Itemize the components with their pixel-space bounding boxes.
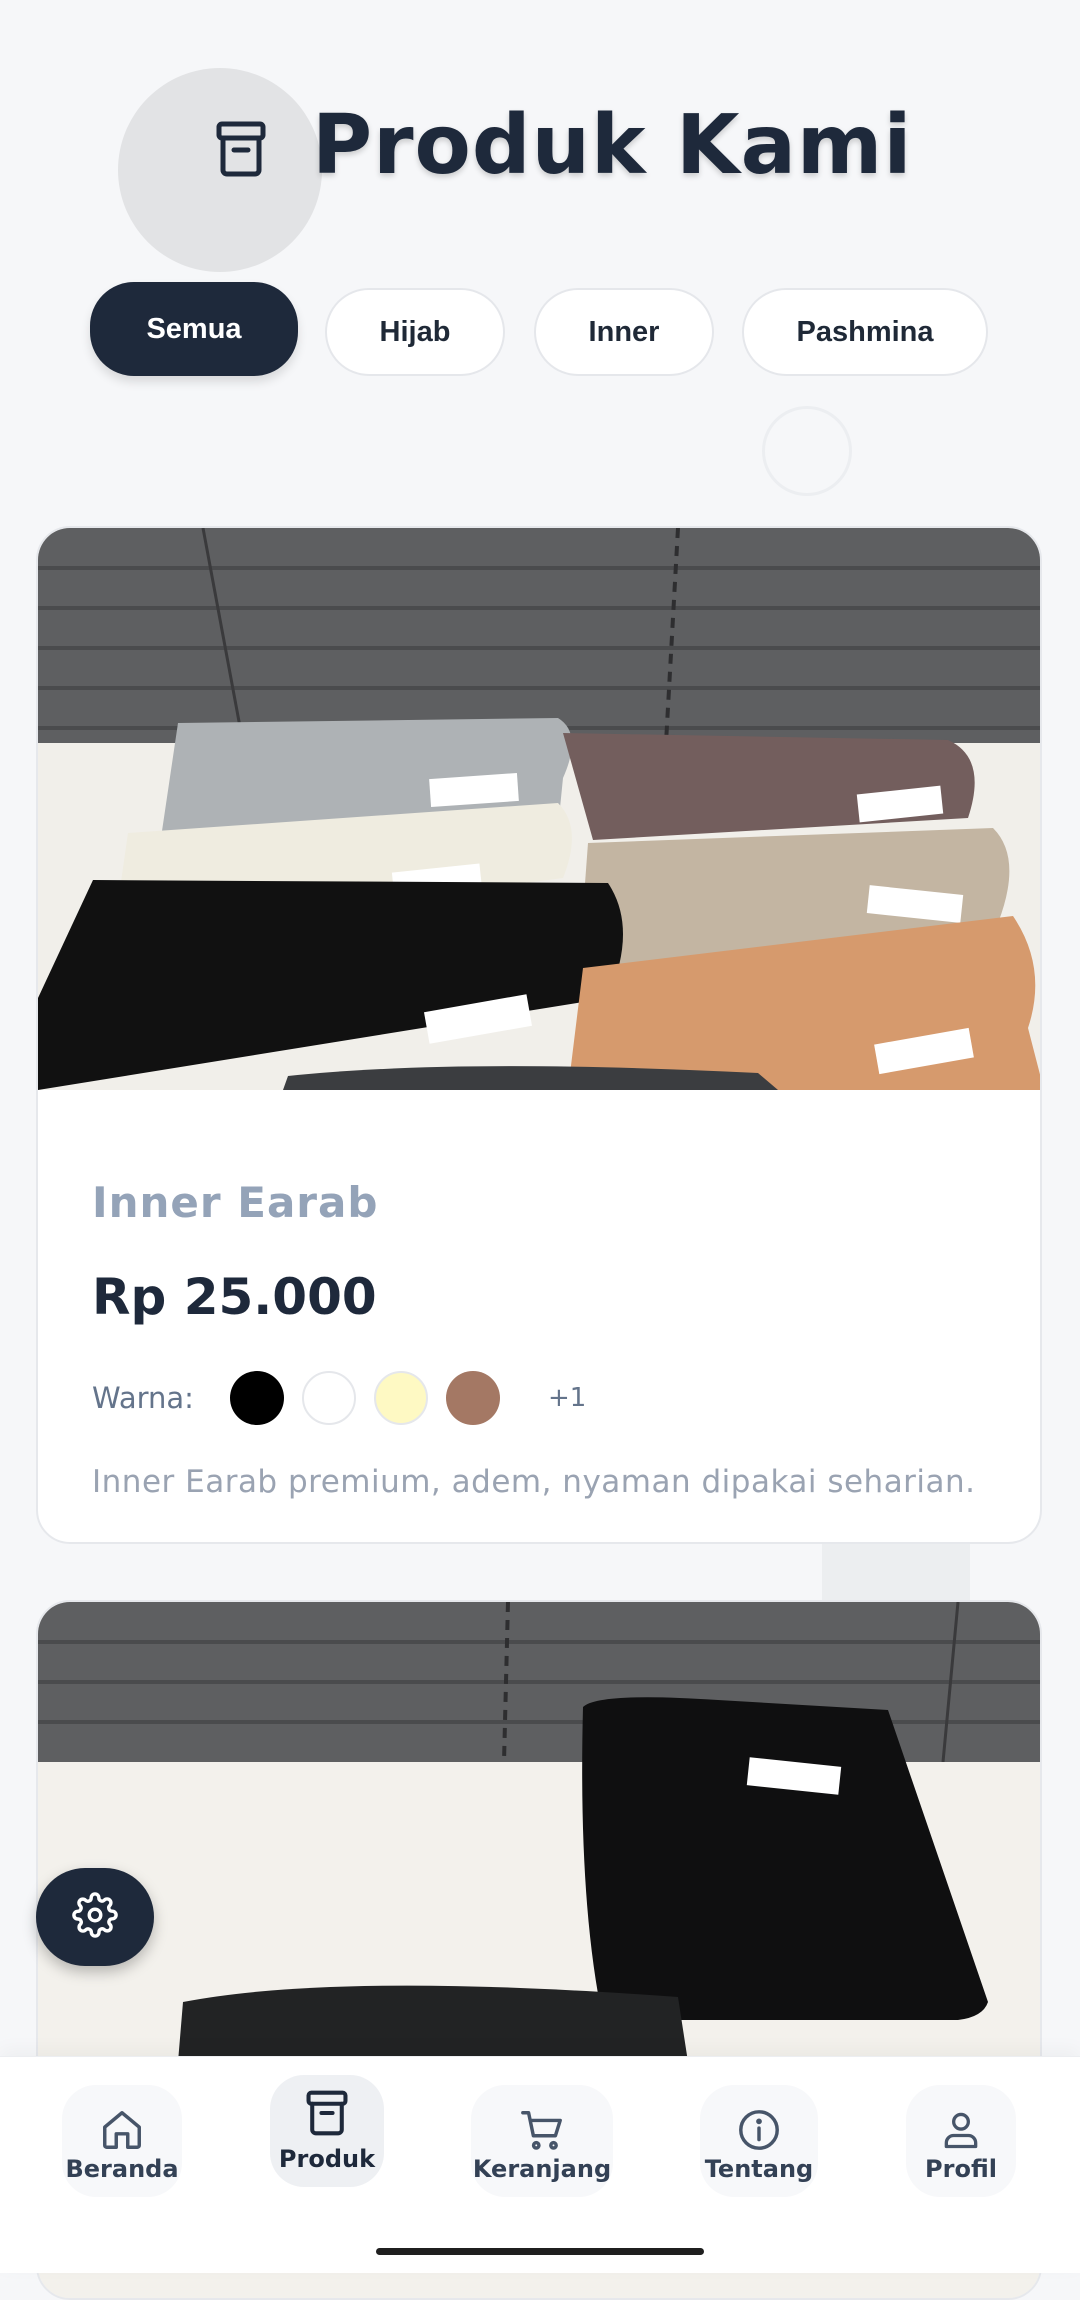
product-name[interactable]: Inner Earab: [92, 1178, 378, 1227]
product-image: [38, 528, 1040, 1090]
filter-chip-hijab[interactable]: Hijab: [325, 288, 505, 376]
color-swatch-brown[interactable]: [445, 1371, 500, 1425]
nav-item-keranjang[interactable]: Keranjang: [471, 2085, 613, 2197]
cart-icon: [518, 2107, 566, 2157]
product-price: Rp 25.000: [92, 1268, 377, 1326]
settings-gear-icon: [72, 1892, 118, 1942]
bottom-navigation: Beranda Produk Keranjang Tentang Profil: [0, 2056, 1080, 2273]
page-title: Produk Kami: [312, 98, 913, 193]
nav-label: Produk: [278, 2145, 376, 2173]
nav-label: Profil: [925, 2155, 997, 2183]
info-icon: [736, 2107, 782, 2157]
more-colors-count: +1: [547, 1383, 587, 1413]
color-swatch-cream[interactable]: [373, 1371, 428, 1425]
color-swatch-black[interactable]: [229, 1371, 284, 1425]
home-icon: [99, 2107, 145, 2157]
nav-item-produk[interactable]: Produk: [270, 2075, 384, 2187]
product-description: Inner Earab premium, adem, nyaman dipaka…: [92, 1464, 976, 1500]
filter-chip-semua[interactable]: Semua: [90, 282, 298, 376]
nav-item-profil[interactable]: Profil: [906, 2085, 1016, 2197]
filter-chip-inner[interactable]: Inner: [534, 288, 714, 376]
nav-label: Tentang: [704, 2155, 814, 2183]
nav-label: Beranda: [65, 2155, 179, 2183]
settings-button[interactable]: [36, 1868, 154, 1966]
color-swatch-white[interactable]: [301, 1371, 356, 1425]
page-header: Produk Kami: [0, 90, 1080, 200]
home-indicator: [376, 2248, 704, 2255]
decorative-circle: [762, 406, 852, 496]
user-icon: [939, 2107, 983, 2157]
nav-item-tentang[interactable]: Tentang: [700, 2085, 818, 2197]
nav-label: Keranjang: [472, 2155, 612, 2183]
package-icon: [304, 2089, 350, 2141]
color-label: Warna:: [92, 1381, 194, 1415]
product-card[interactable]: Inner Earab Rp 25.000 Warna: +1 Inner Ea…: [36, 526, 1042, 1544]
color-options: Warna: +1: [92, 1370, 586, 1426]
package-icon: [215, 120, 267, 178]
category-filters: Semua Hijab Inner Pashmina: [0, 282, 1080, 382]
filter-chip-pashmina[interactable]: Pashmina: [742, 288, 988, 376]
nav-item-beranda[interactable]: Beranda: [62, 2085, 182, 2197]
